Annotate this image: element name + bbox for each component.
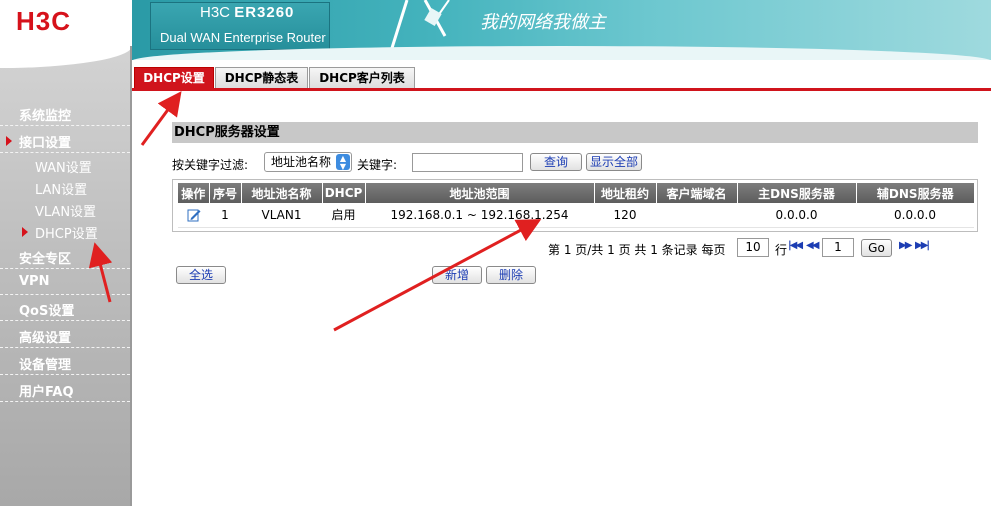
tab-dhcp-settings[interactable]: DHCP设置	[134, 67, 214, 89]
h3c-logo: H3C	[16, 6, 72, 36]
pagination: 第 1 页/共 1 页 共 1 条记录 每页 10 行 |◀◀ ◀◀ 1 Go …	[548, 238, 988, 260]
cell-range: 192.168.0.1 ~ 192.168.1.254	[365, 203, 594, 228]
col-header-dhcp: DHCP	[322, 183, 366, 203]
table-row: 1 VLAN1 启用 192.168.0.1 ~ 192.168.1.254 1…	[178, 203, 974, 228]
col-header-name: 地址池名称	[241, 183, 323, 203]
cell-lease: 120	[594, 203, 656, 228]
cell-action	[178, 203, 209, 228]
sidebar-subitem-dhcp[interactable]: DHCP设置	[0, 220, 130, 242]
filter-label: 按关键字过滤:	[172, 158, 249, 172]
sidebar-subitem-lan[interactable]: LAN设置	[0, 176, 130, 198]
cell-domain	[656, 203, 737, 228]
keyword-input[interactable]	[412, 153, 523, 172]
prev-page-icon[interactable]: ◀◀	[806, 240, 819, 251]
go-button[interactable]: Go	[861, 239, 892, 257]
expand-arrow-icon	[6, 136, 12, 146]
cell-dns2: 0.0.0.0	[856, 203, 974, 228]
pager-summary: 第 1 页/共 1 页 共 1 条记录 每页	[548, 243, 726, 257]
sidebar-subitem-label: DHCP设置	[35, 227, 98, 242]
table-header-row: 操作 序号 地址池名称 DHCP 地址池范围 地址租约 客户端域名 主DNS服务…	[178, 183, 974, 203]
sidebar-item-device-mgmt[interactable]: 设备管理	[0, 349, 130, 375]
sidebar-item-label: 设备管理	[19, 358, 72, 373]
slogan: 我的网络我做主	[480, 12, 606, 33]
next-page-icon[interactable]: ▶▶	[899, 240, 912, 251]
cell-dns1: 0.0.0.0	[737, 203, 856, 228]
last-page-icon[interactable]: ▶▶|	[915, 240, 930, 251]
sidebar-item-interface[interactable]: 接口设置	[0, 127, 130, 153]
sidebar-item-label: 用户FAQ	[19, 385, 74, 400]
col-header-lease: 地址租约	[594, 183, 657, 203]
select-arrows-icon: ▲ ▼	[336, 154, 350, 171]
brand-subtitle: Dual WAN Enterprise Router	[160, 30, 326, 45]
sidebar-item-qos[interactable]: QoS设置	[0, 295, 130, 321]
sidebar-subitem-label: WAN设置	[35, 161, 92, 176]
col-header-dns2: 辅DNS服务器	[856, 183, 974, 203]
sidebar-item-label: 安全专区	[19, 252, 72, 267]
first-page-icon[interactable]: |◀◀	[788, 240, 803, 251]
col-header-range: 地址池范围	[365, 183, 595, 203]
select-all-button[interactable]: 全选	[176, 266, 226, 284]
col-header-index: 序号	[209, 183, 242, 203]
sidebar-curve	[0, 46, 132, 68]
current-arrow-icon	[22, 227, 28, 237]
sidebar-item-vpn[interactable]: VPN	[0, 269, 130, 295]
cable-graphic	[390, 0, 450, 48]
col-header-dns1: 主DNS服务器	[737, 183, 857, 203]
sidebar-subitem-wan[interactable]: WAN设置	[0, 154, 130, 176]
pool-table: 操作 序号 地址池名称 DHCP 地址池范围 地址租约 客户端域名 主DNS服务…	[178, 183, 974, 228]
sidebar-item-label: 接口设置	[19, 136, 72, 151]
sidebar-item-label: QoS设置	[19, 304, 75, 319]
sidebar-item-label: VPN	[19, 274, 50, 289]
add-button[interactable]: 新增	[432, 266, 482, 284]
search-button[interactable]: 查询	[530, 153, 582, 171]
col-header-action: 操作	[178, 183, 210, 203]
sidebar-subitem-vlan[interactable]: VLAN设置	[0, 198, 130, 220]
brand-title: H3C ER3260	[200, 4, 295, 21]
sidebar-item-system-monitor[interactable]: 系统监控	[0, 100, 130, 126]
filter-selected-value: 地址池名称	[271, 155, 332, 169]
tab-underline	[132, 88, 991, 91]
sidebar-item-advanced[interactable]: 高级设置	[0, 322, 130, 348]
delete-button[interactable]: 删除	[486, 266, 536, 284]
logo-area: H3C	[0, 0, 132, 46]
tab-dhcp-static[interactable]: DHCP静态表	[215, 67, 308, 89]
sidebar-item-label: 系统监控	[19, 109, 72, 124]
edit-icon[interactable]	[187, 208, 201, 222]
sidebar-subitem-label: LAN设置	[35, 183, 88, 198]
cell-dhcp: 启用	[322, 203, 365, 228]
col-header-domain: 客户端域名	[656, 183, 738, 203]
header-banner: H3C ER3260 Dual WAN Enterprise Router 我的…	[132, 0, 991, 60]
filter-row: 按关键字过滤: 地址池名称 ▲ ▼ 关键字: 查询 显示全部	[172, 152, 978, 174]
section-title: DHCP服务器设置	[172, 122, 978, 143]
sidebar-edge	[130, 46, 132, 506]
pool-table-wrapper: 操作 序号 地址池名称 DHCP 地址池范围 地址租约 客户端域名 主DNS服务…	[172, 179, 978, 232]
per-page-input[interactable]: 10	[737, 238, 769, 257]
sidebar-item-security[interactable]: 安全专区	[0, 243, 130, 269]
keyword-label: 关键字:	[357, 158, 398, 172]
sidebar-subitem-label: VLAN设置	[35, 205, 97, 220]
cell-index: 1	[209, 203, 241, 228]
show-all-button[interactable]: 显示全部	[586, 153, 642, 171]
page-number-input[interactable]: 1	[822, 238, 854, 257]
tab-dhcp-clients[interactable]: DHCP客户列表	[309, 67, 415, 89]
cell-name: VLAN1	[241, 203, 322, 228]
filter-field-select[interactable]: 地址池名称 ▲ ▼	[264, 152, 352, 172]
sidebar-item-faq[interactable]: 用户FAQ	[0, 376, 130, 402]
sidebar-item-label: 高级设置	[19, 331, 72, 346]
row-label: 行	[775, 243, 788, 257]
